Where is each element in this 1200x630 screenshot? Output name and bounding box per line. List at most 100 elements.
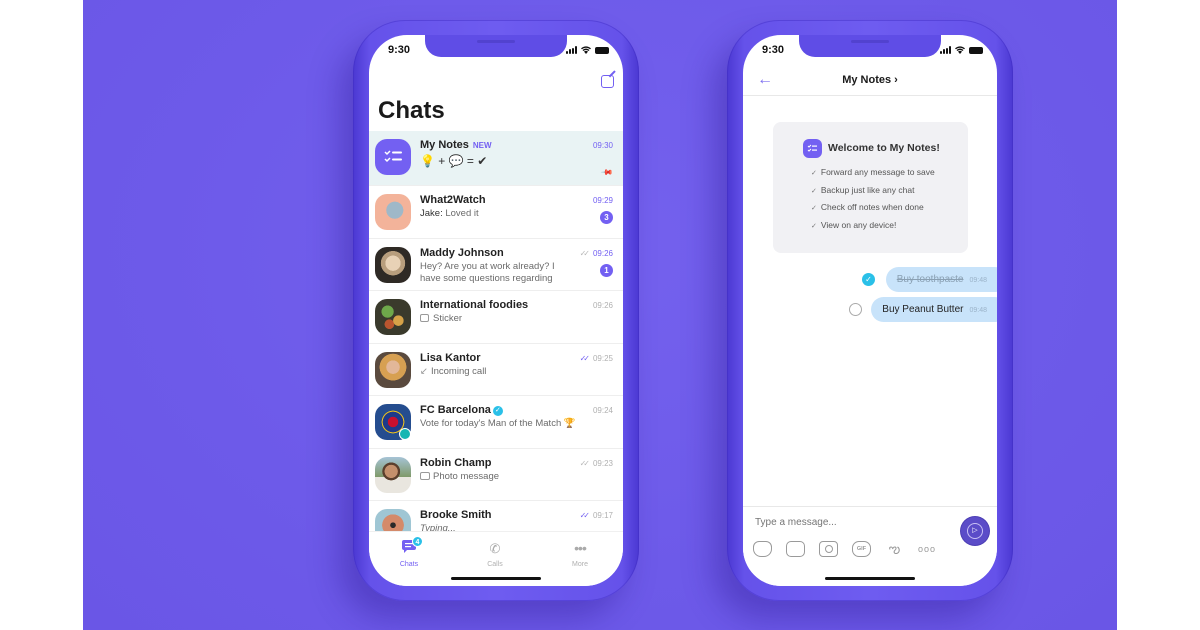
call-arrow-icon: ↙ — [420, 365, 428, 377]
check-icon: ✓ — [811, 187, 817, 195]
check-icon: ✓ — [811, 170, 817, 177]
my-notes-screen: 9:30 ← My Notes › Welcome to My Notes! ✓… — [743, 35, 997, 586]
bot-icon — [399, 428, 411, 440]
chat-row-robin-champ[interactable]: Robin Champ Photo message ✓✓ 09:23 — [369, 449, 623, 501]
chat-preview: Sticker — [433, 313, 463, 324]
welcome-item: ✓ View on any device! — [811, 220, 897, 231]
unread-badge: 1 — [600, 263, 613, 277]
chat-name: What2Watch — [420, 194, 486, 206]
chat-list: My Notes NEW 💡 + 💬 = ✔ 09:30 📌 What2Watch… — [369, 131, 623, 554]
read-ticks-icon: ✓✓ — [579, 511, 591, 520]
note-checkbox-checked[interactable]: ✓ — [862, 273, 875, 286]
tab-bar: 4 Chats ✆ Calls ••• More — [369, 531, 623, 586]
robin-avatar — [375, 456, 411, 493]
chat-name: Maddy Johnson — [420, 246, 504, 259]
chat-time: 09:25 — [592, 353, 613, 363]
wifi-icon — [581, 46, 591, 54]
play-icon: ▷ — [967, 523, 983, 539]
maddy-avatar — [375, 246, 411, 283]
check-icon: ✓ — [811, 205, 817, 213]
sticker-icon[interactable] — [753, 541, 772, 557]
chat-name: FC Barcelona — [420, 404, 491, 416]
status-bar: 9:30 — [743, 35, 997, 65]
welcome-item: ✓ Forward any message to save — [811, 167, 935, 177]
header-title[interactable]: My Notes › — [743, 74, 997, 86]
verified-icon: ✓ — [492, 406, 503, 416]
camera-icon[interactable] — [819, 541, 838, 557]
note-item[interactable]: Buy Peanut Butter 09:48 — [849, 297, 997, 322]
chat-preview: 💡 + 💬 = ✔ — [420, 154, 488, 168]
gallery-icon[interactable] — [786, 541, 805, 557]
gif-icon[interactable]: GIF — [852, 541, 871, 557]
phone-icon: ✆ — [489, 541, 501, 556]
tab-chats[interactable]: 4 Chats — [379, 536, 439, 568]
chat-preview: Vote for today's Man of the Match 🏆 — [420, 418, 576, 429]
status-time: 9:30 — [388, 44, 411, 56]
check-icon: ✓ — [811, 223, 817, 231]
signal-icon — [940, 46, 951, 54]
note-item[interactable]: ✓ Buy toothpaste 09:48 — [862, 267, 997, 292]
chat-preview: Incoming call — [430, 365, 487, 377]
phone-frame-my-notes: 9:30 ← My Notes › Welcome to My Notes! ✓… — [727, 20, 1013, 601]
tab-label: Calls — [487, 561, 503, 568]
doodle-icon[interactable]: ఌ — [885, 541, 904, 557]
chat-time: 09:24 — [592, 406, 613, 415]
note-checkbox-unchecked[interactable] — [849, 303, 862, 316]
chat-row-lisa-kantor[interactable]: Lisa Kantor ↙ Incoming call ✓✓ 09:25 — [369, 344, 623, 396]
home-indicator — [451, 577, 541, 580]
notes-icon — [375, 139, 411, 175]
chat-row-what2watch[interactable]: What2Watch Jake: Loved it 09:29 3 — [369, 186, 623, 239]
more-icon[interactable]: ooo — [918, 541, 937, 557]
chat-name: International foodies — [420, 299, 529, 311]
compose-icon[interactable] — [601, 75, 614, 88]
chat-time: 09:29 — [592, 196, 613, 205]
foodies-avatar — [375, 299, 411, 335]
photo-icon — [420, 471, 430, 480]
chat-preview: Hey? Are you at work already? I have som… — [420, 260, 555, 284]
welcome-title: Welcome to My Notes! — [828, 142, 940, 154]
tab-label: More — [572, 561, 588, 568]
chats-screen: 9:30 Chats My Notes NEW 💡 + 💬 = ✔ 09:30 … — [369, 35, 623, 586]
unread-badge: 3 — [600, 211, 613, 224]
signal-icon — [566, 46, 577, 54]
chat-time: 09:23 — [592, 458, 613, 468]
new-tag: NEW — [472, 141, 492, 150]
chats-badge: 4 — [412, 536, 423, 547]
chat-row-fc-barcelona[interactable]: FC Barcelona ✓ Vote for today's Man of th… — [369, 396, 623, 449]
more-icon: ••• — [574, 540, 587, 556]
note-bubble[interactable]: Buy Peanut Butter 09:48 — [871, 297, 997, 322]
battery-icon — [595, 47, 609, 54]
chat-row-maddy-johnson[interactable]: Maddy Johnson Hey? Are you at work alrea… — [369, 239, 623, 291]
status-time: 9:30 — [762, 44, 785, 56]
sticker-icon — [420, 314, 429, 322]
note-bubble[interactable]: Buy toothpaste 09:48 — [885, 267, 997, 292]
chat-time: 09:26 — [592, 301, 613, 310]
chat-time: 09:17 — [592, 511, 613, 520]
what2watch-avatar — [375, 194, 411, 230]
message-input[interactable] — [755, 517, 925, 528]
home-indicator — [825, 577, 915, 580]
tab-label: Chats — [399, 561, 419, 568]
chat-name: Robin Champ — [420, 456, 492, 469]
delivered-ticks-icon: ✓✓ — [579, 248, 591, 258]
chat-row-my-notes[interactable]: My Notes NEW 💡 + 💬 = ✔ 09:30 📌 — [369, 131, 623, 186]
welcome-list: ✓ Forward any message to save ✓ Backup jus… — [811, 167, 935, 238]
status-bar: 9:30 — [369, 35, 623, 65]
chat-name: Lisa Kantor — [420, 351, 481, 364]
chat-preview: Jake: Loved it — [420, 208, 479, 219]
tab-calls[interactable]: ✆ Calls — [465, 540, 525, 568]
send-button[interactable]: ▷ — [961, 517, 989, 545]
wifi-icon — [955, 46, 965, 54]
page-title: Chats — [378, 97, 445, 124]
chats-icon: 4 — [402, 536, 423, 553]
lisa-avatar — [375, 351, 411, 388]
chat-time: 09:30 — [592, 141, 613, 150]
tab-more[interactable]: ••• More — [550, 540, 610, 568]
chat-row-international-foodies[interactable]: International foodies Sticker 09:26 — [369, 291, 623, 344]
chat-name: Brooke Smith — [420, 509, 492, 521]
background-stage: 9:30 Chats My Notes NEW 💡 + 💬 = ✔ 09:30 … — [83, 0, 1117, 630]
notes-icon — [803, 139, 822, 158]
chat-header: ← My Notes › — [743, 65, 997, 96]
pin-icon: 📌 — [600, 165, 614, 180]
delivered-ticks-icon: ✓✓ — [579, 458, 591, 468]
